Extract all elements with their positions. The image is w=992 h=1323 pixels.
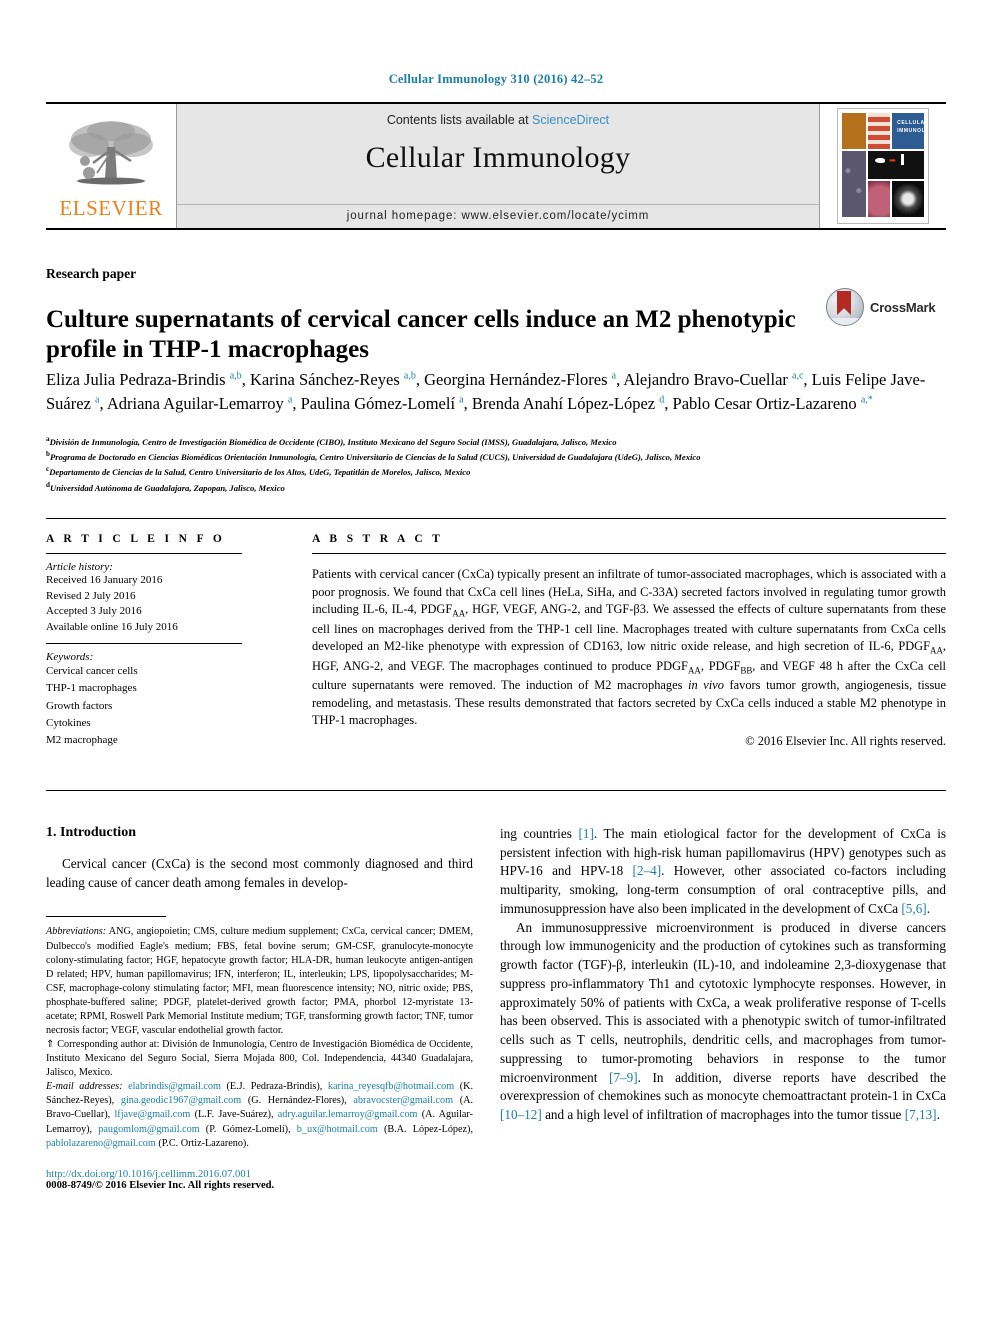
issn-copyright-line: 0008-8749/© 2016 Elsevier Inc. All right… bbox=[46, 1179, 275, 1191]
affiliation-text: Programa de Doctorado en Ciencias Bioméd… bbox=[49, 452, 701, 463]
sciencedirect-link[interactable]: ScienceDirect bbox=[532, 113, 609, 127]
article-history-item: Available online 16 July 2016 bbox=[46, 620, 178, 633]
contents-available-line: Contents lists available at ScienceDirec… bbox=[387, 113, 609, 127]
affiliation-item: aDivisión de Inmunología, Centro de Inve… bbox=[46, 434, 936, 449]
contents-prefix: Contents lists available at bbox=[386, 113, 533, 127]
journal-title: Cellular Immunology bbox=[365, 141, 631, 174]
article-type-label: Research paper bbox=[46, 266, 137, 281]
doi-link[interactable]: http://dx.doi.org/10.1016/j.cellimm.2016… bbox=[46, 1169, 473, 1180]
info-band-bottom-rule bbox=[46, 790, 946, 791]
abstract-text: Patients with cervical cancer (CxCa) typ… bbox=[312, 567, 947, 728]
elsevier-tree-icon bbox=[63, 117, 159, 197]
affiliation-item: cDepartamento de Ciencias de la Salud, C… bbox=[46, 464, 936, 479]
keyword-item: THP-1 macrophages bbox=[46, 682, 137, 695]
journal-cover-block: CELLULAR IMMUNOLOGY ➡ bbox=[820, 104, 946, 228]
intro-paragraph-2: An immunosuppressive microenvironment is… bbox=[500, 919, 946, 1123]
journal-masthead: ELSEVIER Contents lists available at Sci… bbox=[46, 102, 946, 230]
keywords-label: Keywords: bbox=[46, 651, 94, 664]
affiliation-text: División de Inmunología, Centro de Inves… bbox=[49, 436, 617, 447]
human-figure-icon bbox=[901, 153, 905, 165]
crossmark-badge[interactable]: CrossMark bbox=[826, 288, 936, 326]
cover-title-line1: CELLULAR bbox=[897, 120, 924, 126]
journal-cover-thumbnail: CELLULAR IMMUNOLOGY ➡ bbox=[837, 108, 929, 224]
intro-paragraph-continued: ing countries [1]. The main etiological … bbox=[500, 826, 947, 916]
keywords-divider bbox=[46, 643, 242, 645]
crossmark-icon bbox=[826, 288, 864, 326]
keyword-item: Cervical cancer cells bbox=[46, 665, 138, 678]
email-addresses-footnote[interactable]: E-mail addresses: elabrindis@gmail.com (… bbox=[46, 1080, 473, 1150]
affiliation-item: dUniversidad Autónoma de Guadalajara, Za… bbox=[46, 480, 936, 495]
cover-tile-title: CELLULAR IMMUNOLOGY bbox=[892, 113, 924, 149]
keyword-item: Cytokines bbox=[46, 716, 91, 729]
article-history-label: Article history: bbox=[46, 561, 113, 573]
article-history-item: Revised 2 July 2016 bbox=[46, 589, 136, 602]
footnote-divider bbox=[46, 916, 166, 918]
abbreviations-footnote: Abbreviations: ANG, angiopoietin; CMS, c… bbox=[46, 926, 473, 1037]
body-left-column: 1. Introduction Cervical cancer (CxCa) i… bbox=[46, 825, 473, 1191]
keywords-block: Keywords: Cervical cancer cells THP-1 ma… bbox=[46, 651, 242, 748]
cover-tile-cells bbox=[868, 113, 891, 149]
mouse-icon bbox=[875, 157, 886, 163]
affiliation-text: Departamento de Ciencias de la Salud, Ce… bbox=[49, 467, 471, 478]
article-info-heading: A R T I C L E I N F O bbox=[46, 533, 226, 545]
abstract-column: A B S T R A C T Patients with cervical c… bbox=[312, 533, 946, 749]
article-info-divider bbox=[46, 553, 242, 554]
section-heading-introduction: 1. Introduction bbox=[46, 825, 136, 840]
keyword-item: M2 macrophage bbox=[46, 733, 118, 746]
elsevier-wordmark: ELSEVIER bbox=[59, 196, 163, 220]
affiliation-list: aDivisión de Inmunología, Centro de Inve… bbox=[46, 434, 936, 495]
article-first-page: Cellular Immunology 310 (2016) 42–52 ELS… bbox=[0, 0, 992, 1323]
affiliation-item: bPrograma de Doctorado en Ciencias Biomé… bbox=[46, 449, 936, 464]
abstract-heading: A B S T R A C T bbox=[312, 533, 444, 545]
abstract-copyright: © 2016 Elsevier Inc. All rights reserved… bbox=[745, 734, 946, 749]
article-history-item: Received 16 January 2016 bbox=[46, 574, 163, 586]
affiliation-text: Universidad Autónoma de Guadalajara, Zap… bbox=[49, 482, 285, 493]
journal-homepage[interactable]: journal homepage: www.elsevier.com/locat… bbox=[177, 204, 819, 228]
info-band-top-rule bbox=[46, 518, 946, 519]
arrow-right-icon: ➡ bbox=[889, 155, 896, 165]
intro-paragraph-left: Cervical cancer (CxCa) is the second mos… bbox=[46, 856, 473, 890]
running-head: Cellular Immunology 310 (2016) 42–52 bbox=[388, 72, 604, 86]
cover-tile-micrograph-pink bbox=[868, 181, 891, 217]
cover-tile-micrograph-dark bbox=[892, 181, 924, 217]
page-title: Culture supernatants of cervical cancer … bbox=[46, 305, 796, 364]
author-list: Eliza Julia Pedraza-Brindis a,b, Karina … bbox=[46, 370, 926, 413]
article-history-item: Accepted 3 July 2016 bbox=[46, 605, 142, 618]
cover-tile-brown bbox=[842, 113, 867, 149]
cover-tile-tissue bbox=[842, 150, 867, 217]
corresponding-author-footnote: ⇑ Corresponding author at: División de I… bbox=[46, 1039, 473, 1079]
masthead-center: Contents lists available at ScienceDirec… bbox=[176, 104, 820, 228]
elsevier-logo[interactable]: ELSEVIER bbox=[46, 104, 176, 228]
body-right-column: ing countries [1]. The main etiological … bbox=[500, 825, 946, 1125]
article-info-column: A R T I C L E I N F O Article history: R… bbox=[46, 533, 242, 749]
cover-tile-mouse-human: ➡ bbox=[868, 150, 924, 180]
keyword-item: Growth factors bbox=[46, 699, 113, 712]
crossmark-label: CrossMark bbox=[870, 299, 936, 315]
cover-title-line2: IMMUNOLOGY bbox=[897, 127, 924, 134]
abstract-divider bbox=[312, 553, 946, 554]
